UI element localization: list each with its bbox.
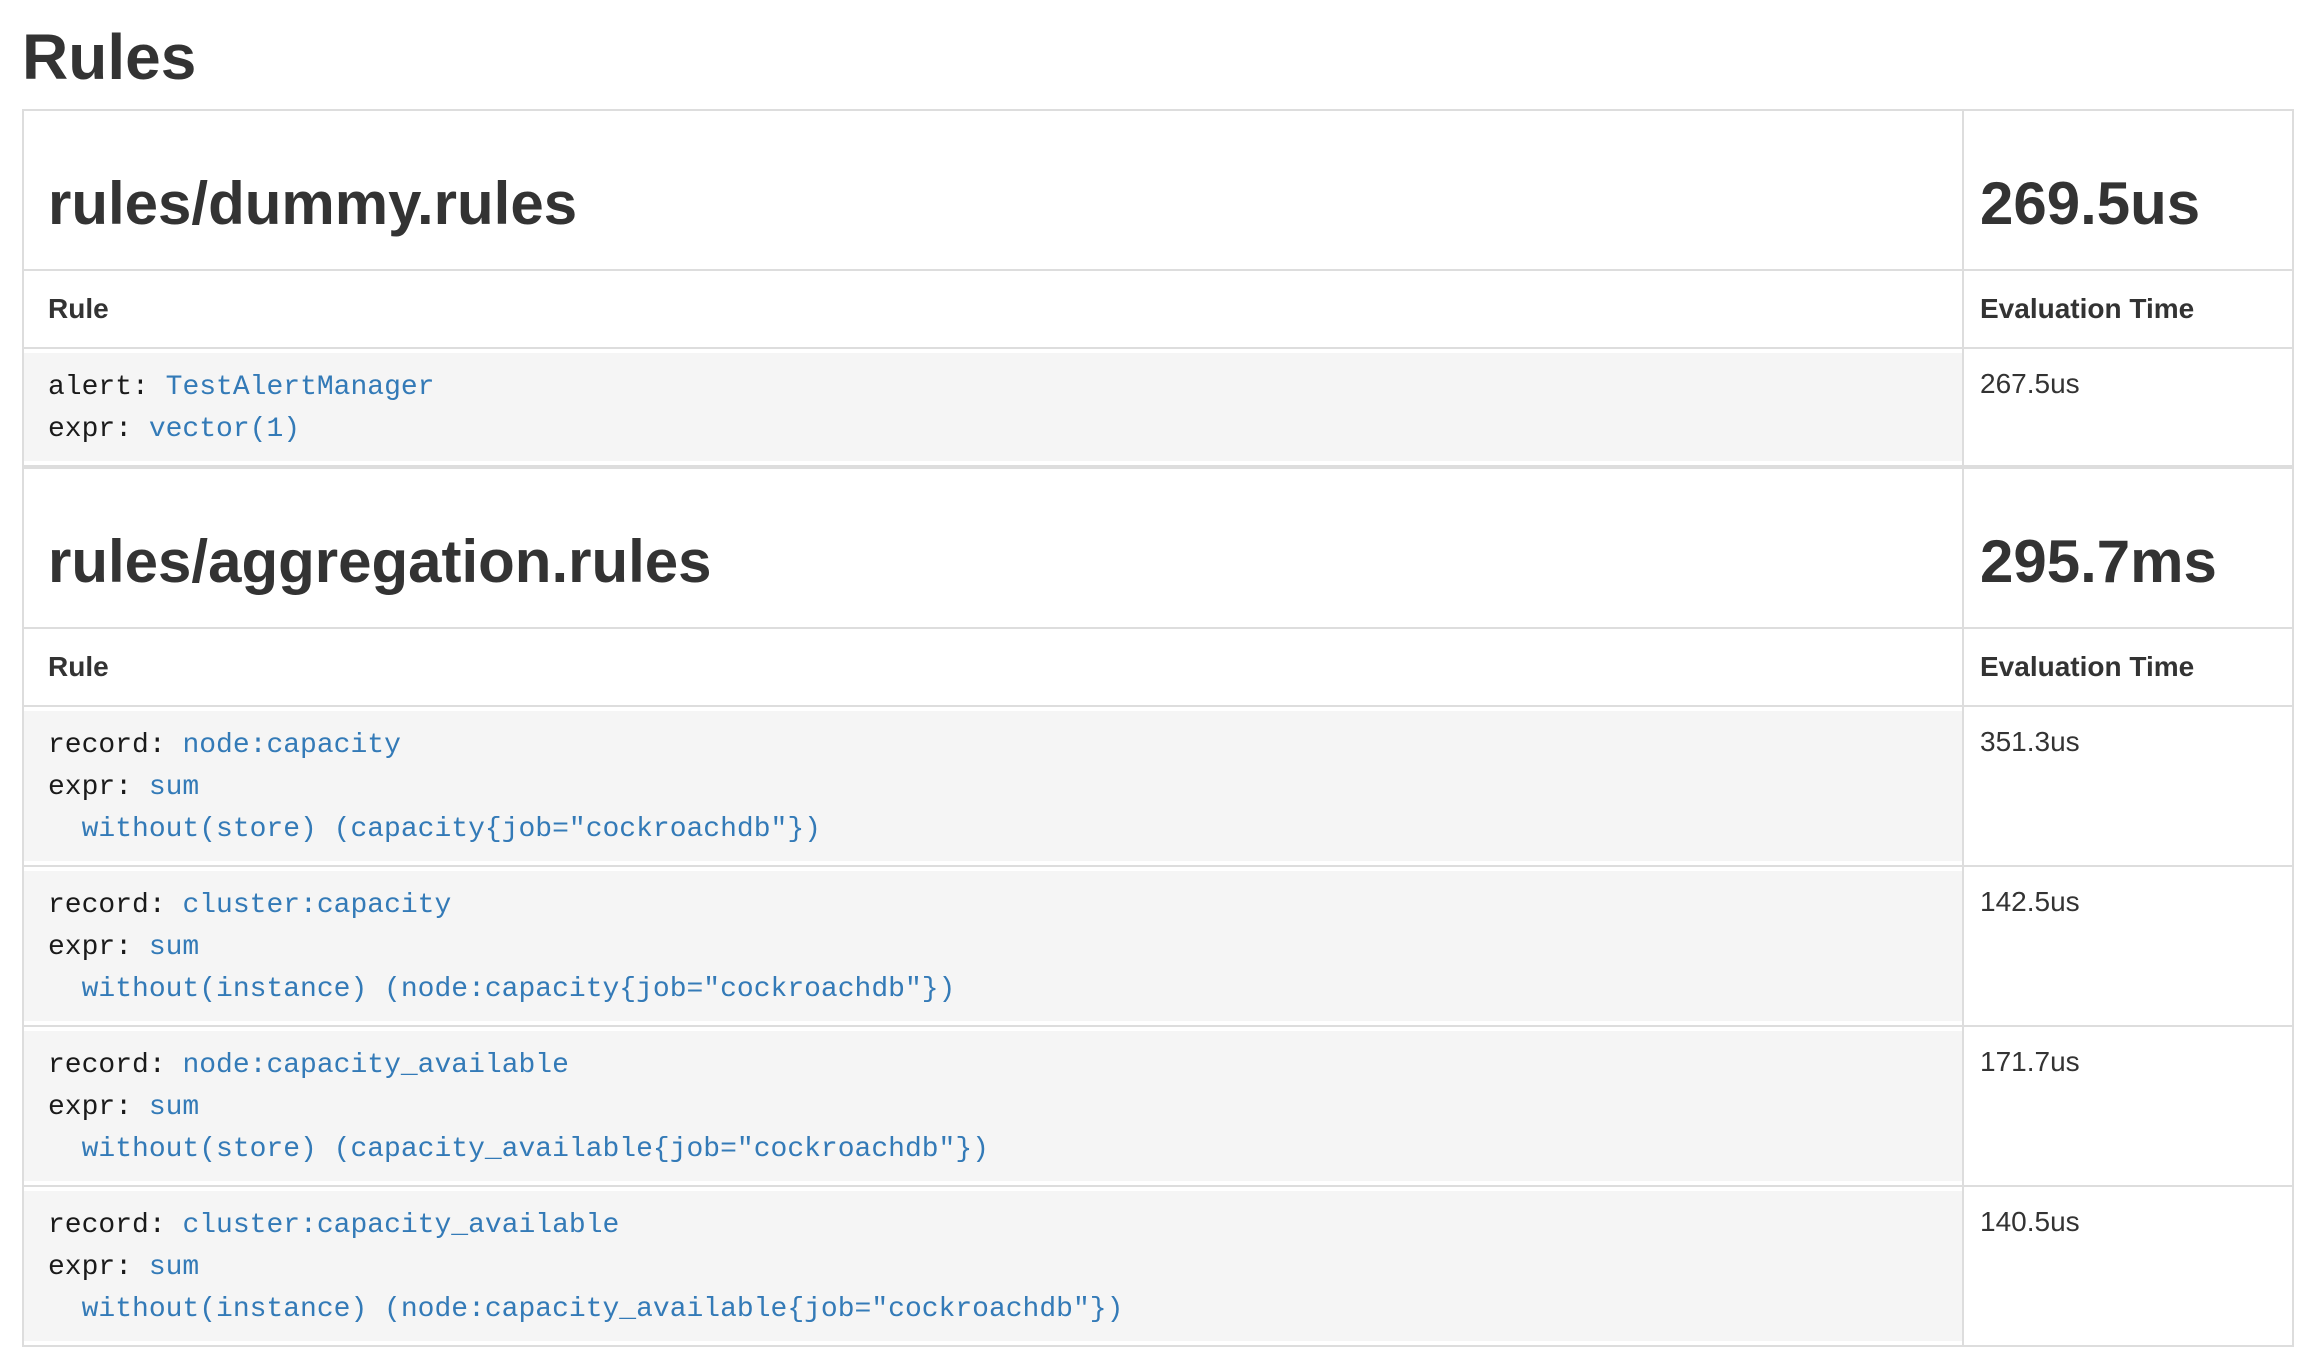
rule-expr-link[interactable]: sum <box>149 932 199 963</box>
rule-evaluation-time: 142.5us <box>1963 866 2293 1026</box>
rule-code-line: expr: vector(1) <box>48 409 1938 451</box>
rule-code-line: without(store) (capacity{job="cockroachd… <box>48 809 1938 851</box>
rules-page: Rules rules/dummy.rules 269.5us Rule Eva… <box>0 24 2316 1347</box>
rule-definition: record: cluster:capacity_availableexpr: … <box>24 1191 1962 1341</box>
rule-row: record: cluster:capacity_availableexpr: … <box>23 1186 2293 1346</box>
record-name-link[interactable]: cluster:capacity <box>182 890 451 921</box>
rule-code-line: alert: TestAlertManager <box>48 367 1938 409</box>
rule-key-label: expr: <box>48 772 132 803</box>
rule-group-table: rules/dummy.rules 269.5us Rule Evaluatio… <box>22 109 2294 467</box>
rule-code-line: expr: sum <box>48 1087 1938 1129</box>
rule-evaluation-time: 140.5us <box>1963 1186 2293 1346</box>
rule-code-line: record: cluster:capacity <box>48 885 1938 927</box>
rule-expr-link[interactable]: without(instance) (node:capacity{job="co… <box>48 974 955 1005</box>
rule-key-label: expr: <box>48 1092 132 1123</box>
rule-row: record: node:capacity_availableexpr: sum… <box>23 1026 2293 1186</box>
rule-expr-link[interactable]: without(instance) (node:capacity_availab… <box>48 1294 1123 1325</box>
rule-group-name: rules/dummy.rules <box>48 171 1946 237</box>
rule-group-name: rules/aggregation.rules <box>48 529 1946 595</box>
rule-expr-link[interactable]: without(store) (capacity{job="cockroachd… <box>48 814 821 845</box>
rule-key-label: record: <box>48 1050 166 1081</box>
record-name-link[interactable]: cluster:capacity_available <box>182 1210 619 1241</box>
rule-code-line: without(instance) (node:capacity{job="co… <box>48 969 1938 1011</box>
rule-evaluation-time: 267.5us <box>1963 348 2293 466</box>
rule-expr-link[interactable]: without(store) (capacity_available{job="… <box>48 1134 989 1165</box>
rule-expr-link[interactable]: sum <box>149 1252 199 1283</box>
rule-expr-link[interactable]: sum <box>149 1092 199 1123</box>
rule-key-label: alert: <box>48 372 149 403</box>
rule-row: record: node:capacityexpr: sum without(s… <box>23 706 2293 866</box>
rule-code-line: without(store) (capacity_available{job="… <box>48 1129 1938 1171</box>
rule-key-label: record: <box>48 730 166 761</box>
rule-row: record: cluster:capacityexpr: sum withou… <box>23 866 2293 1026</box>
alert-name-link[interactable]: TestAlertManager <box>166 372 435 403</box>
rule-definition: record: cluster:capacityexpr: sum withou… <box>24 871 1962 1021</box>
rule-expr-link[interactable]: vector(1) <box>149 414 300 445</box>
rule-code-line: expr: sum <box>48 767 1938 809</box>
rule-definition: record: node:capacityexpr: sum without(s… <box>24 711 1962 861</box>
rule-row: alert: TestAlertManagerexpr: vector(1) 2… <box>23 348 2293 466</box>
rule-group-header-row: rules/dummy.rules 269.5us <box>23 110 2293 270</box>
rule-definition: alert: TestAlertManagerexpr: vector(1) <box>24 353 1962 461</box>
evaluation-time-column-header: Evaluation Time <box>1963 270 2293 348</box>
rule-group-evaluation-time: 269.5us <box>1980 171 2276 237</box>
record-name-link[interactable]: node:capacity <box>182 730 400 761</box>
rule-definition: record: node:capacity_availableexpr: sum… <box>24 1031 1962 1181</box>
evaluation-time-column-header: Evaluation Time <box>1963 628 2293 706</box>
column-header-row: Rule Evaluation Time <box>23 628 2293 706</box>
rule-key-label: expr: <box>48 932 132 963</box>
rule-key-label: record: <box>48 1210 166 1241</box>
column-header-row: Rule Evaluation Time <box>23 270 2293 348</box>
rule-code-line: record: node:capacity_available <box>48 1045 1938 1087</box>
rule-group-table: rules/aggregation.rules 295.7ms Rule Eva… <box>22 467 2294 1347</box>
rule-code-line: record: node:capacity <box>48 725 1938 767</box>
rule-key-label: expr: <box>48 414 132 445</box>
rule-evaluation-time: 351.3us <box>1963 706 2293 866</box>
record-name-link[interactable]: node:capacity_available <box>182 1050 568 1081</box>
rule-column-header: Rule <box>23 628 1963 706</box>
rule-key-label: record: <box>48 890 166 921</box>
page-title: Rules <box>22 24 2294 91</box>
rule-code-line: without(instance) (node:capacity_availab… <box>48 1289 1938 1331</box>
rule-code-line: expr: sum <box>48 927 1938 969</box>
rule-group-evaluation-time: 295.7ms <box>1980 529 2276 595</box>
rule-groups-list: rules/dummy.rules 269.5us Rule Evaluatio… <box>22 109 2294 1347</box>
rule-expr-link[interactable]: sum <box>149 772 199 803</box>
rule-key-label: expr: <box>48 1252 132 1283</box>
rule-column-header: Rule <box>23 270 1963 348</box>
rule-evaluation-time: 171.7us <box>1963 1026 2293 1186</box>
rule-code-line: record: cluster:capacity_available <box>48 1205 1938 1247</box>
rule-group-header-row: rules/aggregation.rules 295.7ms <box>23 468 2293 628</box>
rule-code-line: expr: sum <box>48 1247 1938 1289</box>
